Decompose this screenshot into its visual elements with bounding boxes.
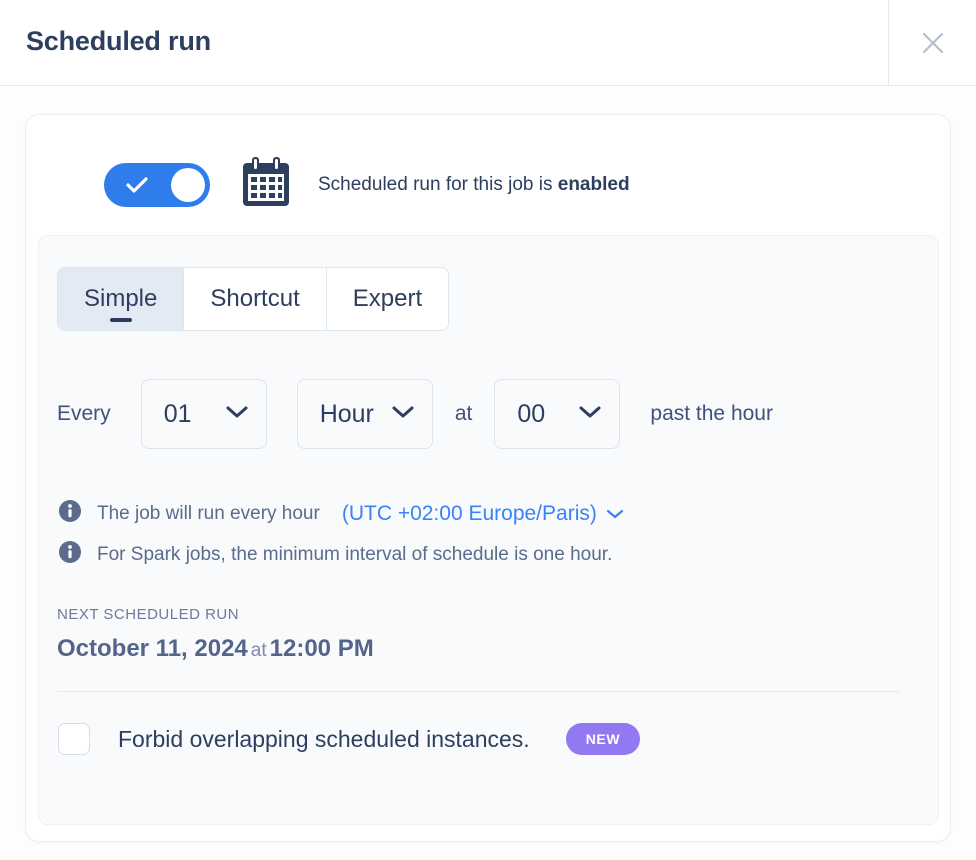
minute-select[interactable]: 00 [494, 379, 621, 449]
toggle-status-state: enabled [557, 173, 630, 195]
tab-expert-label: Expert [352, 285, 423, 312]
calendar-icon [240, 155, 292, 214]
interval-select-value: 01 [163, 399, 192, 428]
toggle-knob [171, 167, 205, 202]
tab-shortcut-label: Shortcut [210, 285, 300, 312]
check-icon [126, 176, 148, 199]
timezone-label: (UTC +02:00 Europe/Paris) [341, 501, 597, 525]
forbid-overlap-checkbox[interactable] [58, 723, 90, 755]
timezone-selector[interactable]: (UTC +02:00 Europe/Paris) [342, 502, 624, 526]
info-line-schedule: The job will run every hour (UTC +02:00 … [57, 498, 624, 529]
schedule-settings-panel: Simple Shortcut Expert Every 01 Hour at … [38, 235, 939, 825]
scheduled-run-toggle[interactable] [104, 162, 210, 207]
next-scheduled-run-value: October 11, 2024 at 12:00 PM [57, 635, 374, 663]
unit-select[interactable]: Hour [296, 379, 433, 449]
scheduled-run-card: Scheduled run for this job is enabled Si… [25, 114, 951, 842]
at-label: at [454, 402, 473, 425]
past-the-hour-label: past the hour [650, 402, 773, 425]
page-title: Scheduled run [26, 26, 211, 56]
tab-shortcut[interactable]: Shortcut [184, 268, 327, 330]
new-badge: NEW [565, 723, 641, 755]
next-scheduled-run-label: NEXT SCHEDULED RUN [57, 606, 240, 623]
toggle-status-label: Scheduled run for this job is enabled [318, 174, 630, 196]
tab-simple-label: Simple [84, 285, 158, 312]
next-run-joiner: at [250, 640, 267, 661]
minute-select-value: 00 [517, 399, 546, 428]
close-icon [918, 28, 948, 58]
info-icon [57, 539, 83, 570]
forbid-overlap-label: Forbid overlapping scheduled instances. [118, 725, 530, 752]
info-icon [57, 498, 83, 529]
scheduled-run-dialog: Scheduled run Scheduled run for this job… [0, 0, 976, 860]
schedule-expression-row: Every 01 Hour at 00 past the hour [57, 379, 773, 449]
every-label: Every [57, 402, 111, 425]
schedule-mode-tabs: Simple Shortcut Expert [57, 267, 450, 331]
forbid-overlap-row: Forbid overlapping scheduled instances. … [58, 723, 641, 755]
unit-select-value: Hour [319, 399, 374, 428]
info-schedule-text: The job will run every hour [97, 502, 320, 524]
close-button[interactable] [889, 0, 976, 85]
next-run-date: October 11, 2024 [57, 635, 248, 662]
info-spark-text: For Spark jobs, the minimum interval of … [97, 543, 613, 565]
toggle-status-prefix: Scheduled run for this job is [318, 173, 558, 195]
panel-divider [57, 691, 900, 692]
chevron-down-icon [606, 502, 624, 526]
tab-expert[interactable]: Expert [326, 268, 449, 330]
chevron-down-icon [579, 405, 601, 424]
next-run-time: 12:00 PM [269, 635, 374, 662]
enable-toggle-row: Scheduled run for this job is enabled [104, 155, 630, 214]
chevron-down-icon [392, 405, 414, 424]
interval-select[interactable]: 01 [140, 379, 267, 449]
info-line-spark: For Spark jobs, the minimum interval of … [57, 539, 612, 570]
dialog-header: Scheduled run [0, 0, 976, 86]
tab-simple[interactable]: Simple [58, 268, 185, 330]
chevron-down-icon [226, 405, 248, 424]
